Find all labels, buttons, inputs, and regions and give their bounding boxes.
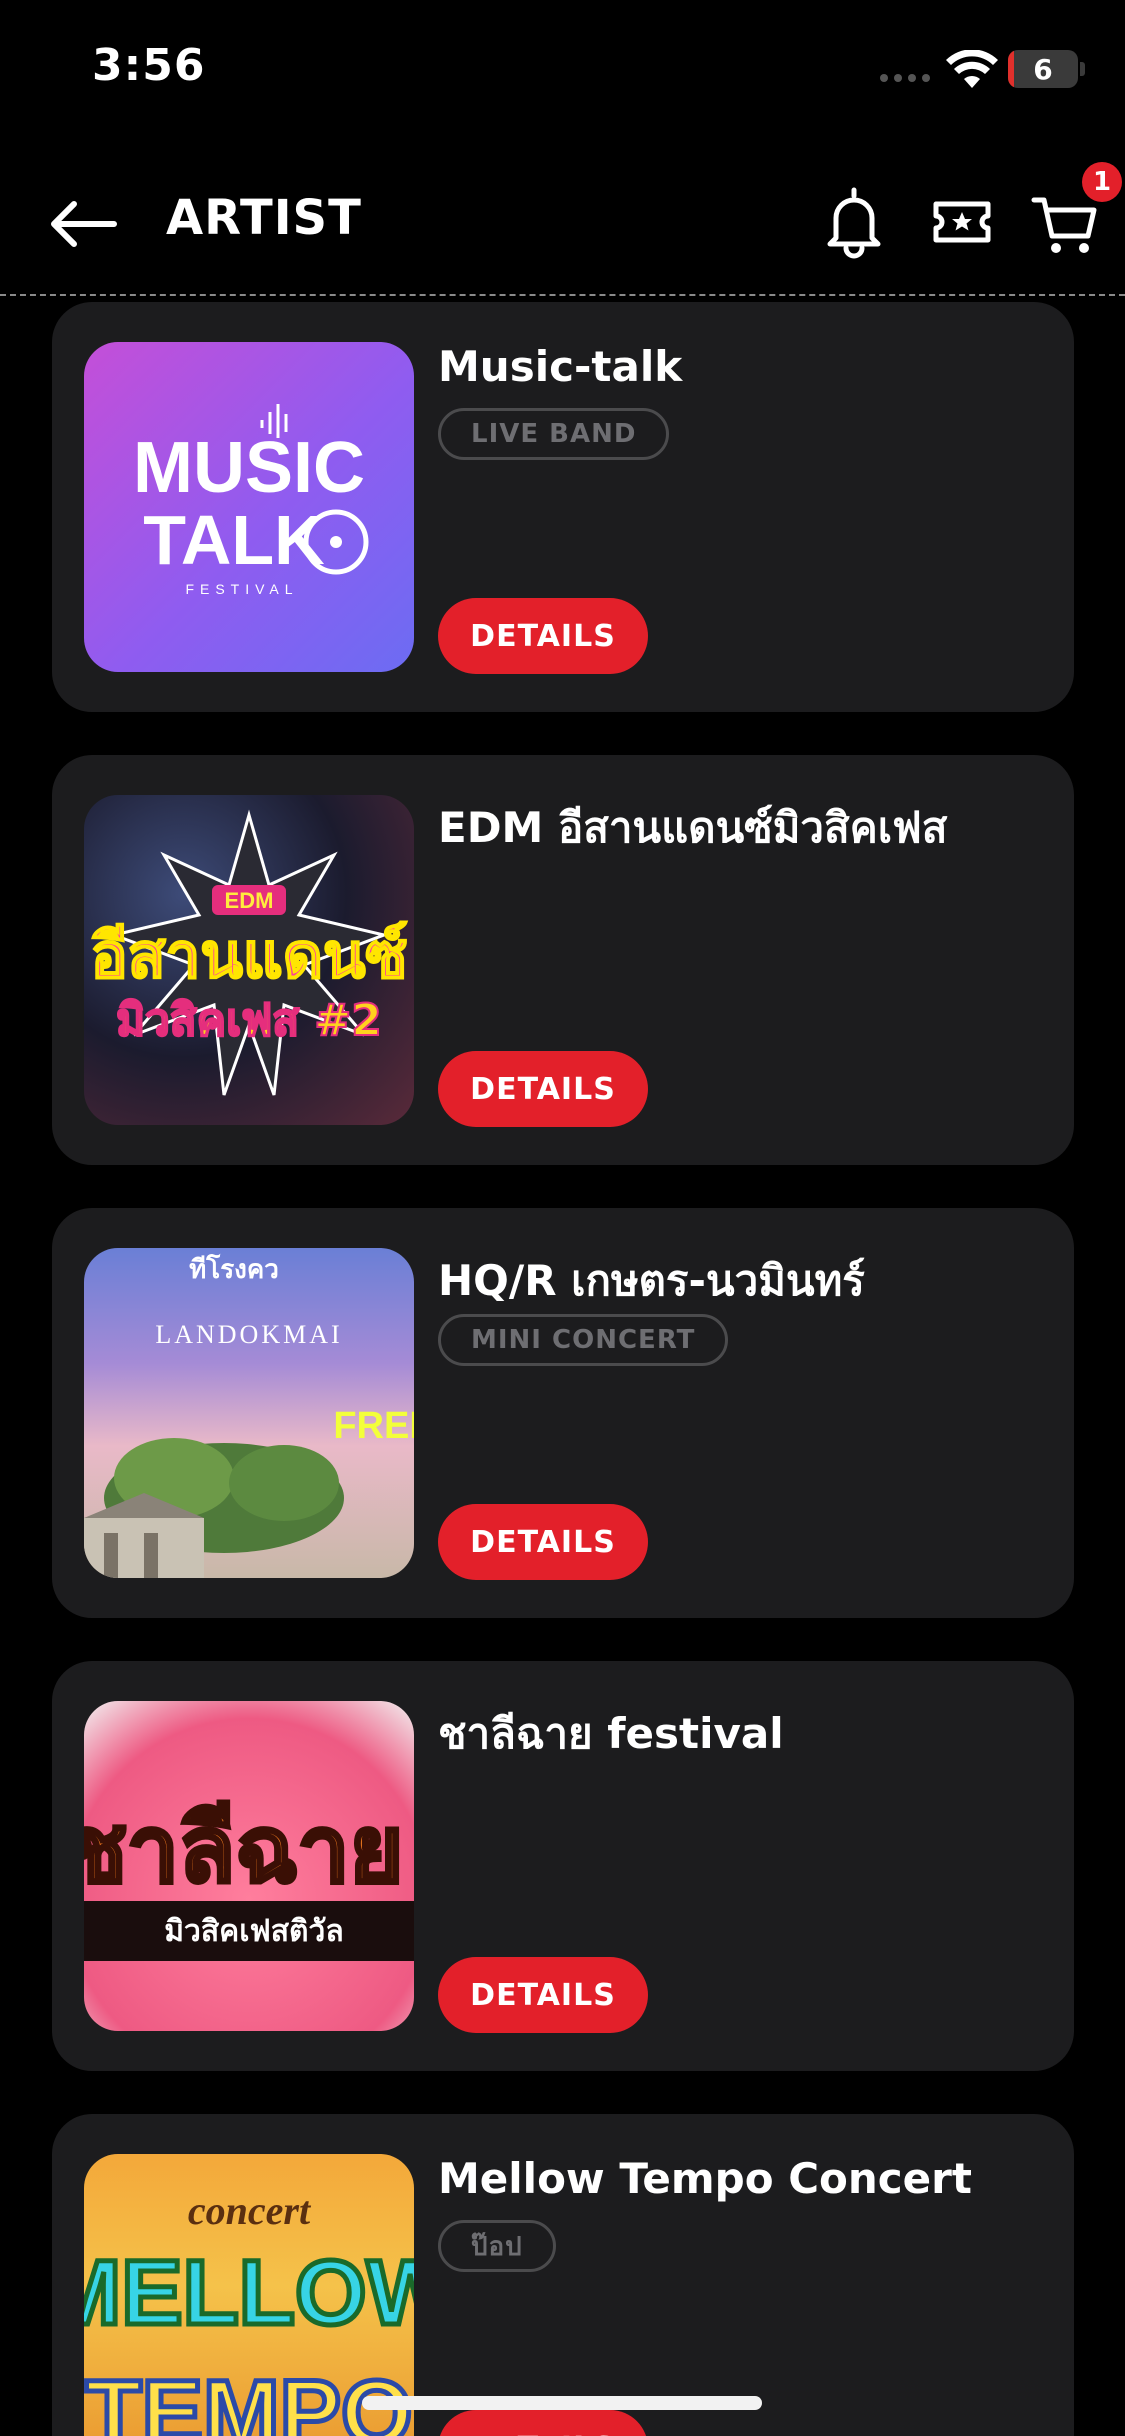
- genre-tag: LIVE BAND: [438, 408, 670, 460]
- artist-screen: 3:56 6 ARTIST 1 MUSIC TALK FESTIVAL Musi…: [0, 0, 1125, 2436]
- artist-thumbnail[interactable]: MUSIC TALK FESTIVAL: [84, 342, 414, 672]
- genre-tag: MINI CONCERT: [438, 1314, 729, 1366]
- details-button[interactable]: DETAILS: [438, 1051, 648, 1127]
- battery-tip: [1080, 62, 1085, 76]
- back-arrow-icon[interactable]: [44, 194, 120, 254]
- poster-line1: ทีโรงคว: [189, 1253, 279, 1285]
- artist-name: Music-talk: [438, 342, 683, 391]
- genre-tag: ป๊อป: [438, 2220, 556, 2272]
- status-time: 3:56: [92, 40, 206, 91]
- details-button[interactable]: DETAILS: [438, 2410, 648, 2436]
- artist-thumbnail[interactable]: ทีโรงคว LANDOKMAI FREE: [84, 1248, 414, 1578]
- poster-line2: MELLOW: [84, 2242, 414, 2344]
- poster-line2: LANDOKMAI: [155, 1320, 342, 1349]
- edm-poster: EDM อีสานแดนซ์ มิวสิคเฟส #2: [90, 809, 408, 1096]
- details-button[interactable]: DETAILS: [438, 598, 648, 674]
- artist-thumbnail[interactable]: concert MELLOW TEMPO: [84, 2154, 414, 2436]
- artist-card[interactable]: ทีโรงคว LANDOKMAI FREE HQ/R เกษตร-นวมินท…: [52, 1208, 1074, 1618]
- poster-line2: มิวสิคเฟสติวัล: [164, 1914, 344, 1949]
- artist-name: ชาลีฉาย festival: [438, 1709, 784, 1758]
- logo-line1: MUSIC: [133, 428, 365, 508]
- details-button[interactable]: DETAILS: [438, 1504, 648, 1580]
- poster-line1: concert: [188, 2188, 312, 2233]
- cart-count-badge: 1: [1082, 162, 1122, 202]
- artist-thumbnail[interactable]: ชาลีฉาย มิวสิคเฟสติวัล: [84, 1701, 414, 2031]
- chali-poster: ชาลีฉาย มิวสิคเฟสติวัล: [84, 1794, 414, 1961]
- ticket-icon[interactable]: [926, 182, 998, 262]
- artist-name: Mellow Tempo Concert: [438, 2154, 972, 2203]
- artist-name: EDM อีสานแดนซ์มิวสิคเฟส: [438, 803, 948, 852]
- poster-line3: มิวสิคเฟส #2: [116, 995, 382, 1046]
- status-bar: 3:56 6: [0, 0, 1125, 140]
- bell-icon[interactable]: [818, 182, 890, 262]
- artist-thumbnail[interactable]: EDM อีสานแดนซ์ มิวสิคเฟส #2: [84, 795, 414, 1125]
- music-talk-logo: MUSIC TALK FESTIVAL: [133, 404, 369, 597]
- artist-name: HQ/R เกษตร-นวมินทร์: [438, 1256, 865, 1305]
- header-divider: [0, 294, 1125, 296]
- wifi-icon: [946, 50, 998, 88]
- cellular-signal-icon: [880, 74, 930, 82]
- page-title: ARTIST: [166, 190, 362, 246]
- poster-line3: FREE: [333, 1405, 414, 1447]
- logo-line3: FESTIVAL: [185, 581, 298, 597]
- battery-indicator: 6: [1008, 50, 1078, 88]
- artist-card[interactable]: ชาลีฉาย มิวสิคเฟสติวัล ชาลีฉาย festival …: [52, 1661, 1074, 2071]
- logo-line2: TALK: [143, 501, 324, 579]
- poster-line2: อีสานแดนซ์: [91, 919, 408, 992]
- poster-line1: EDM: [225, 888, 274, 913]
- artist-card[interactable]: concert MELLOW TEMPO Mellow Tempo Concer…: [52, 2114, 1074, 2436]
- artist-card[interactable]: EDM อีสานแดนซ์ มิวสิคเฟส #2 EDM อีสานแดน…: [52, 755, 1074, 1165]
- top-app-bar: ARTIST: [0, 150, 1125, 296]
- poster-line1: ชาลีฉาย: [84, 1796, 403, 1903]
- artist-card[interactable]: MUSIC TALK FESTIVAL Music-talk LIVE BAND…: [52, 302, 1074, 712]
- landokmai-poster: ทีโรงคว LANDOKMAI FREE: [84, 1253, 414, 1578]
- details-button[interactable]: DETAILS: [438, 1957, 648, 2033]
- artist-list[interactable]: MUSIC TALK FESTIVAL Music-talk LIVE BAND…: [0, 300, 1125, 2436]
- battery-percent: 6: [1033, 52, 1053, 86]
- mellow-tempo-poster: concert MELLOW TEMPO: [84, 2188, 414, 2436]
- home-indicator[interactable]: [362, 2396, 762, 2410]
